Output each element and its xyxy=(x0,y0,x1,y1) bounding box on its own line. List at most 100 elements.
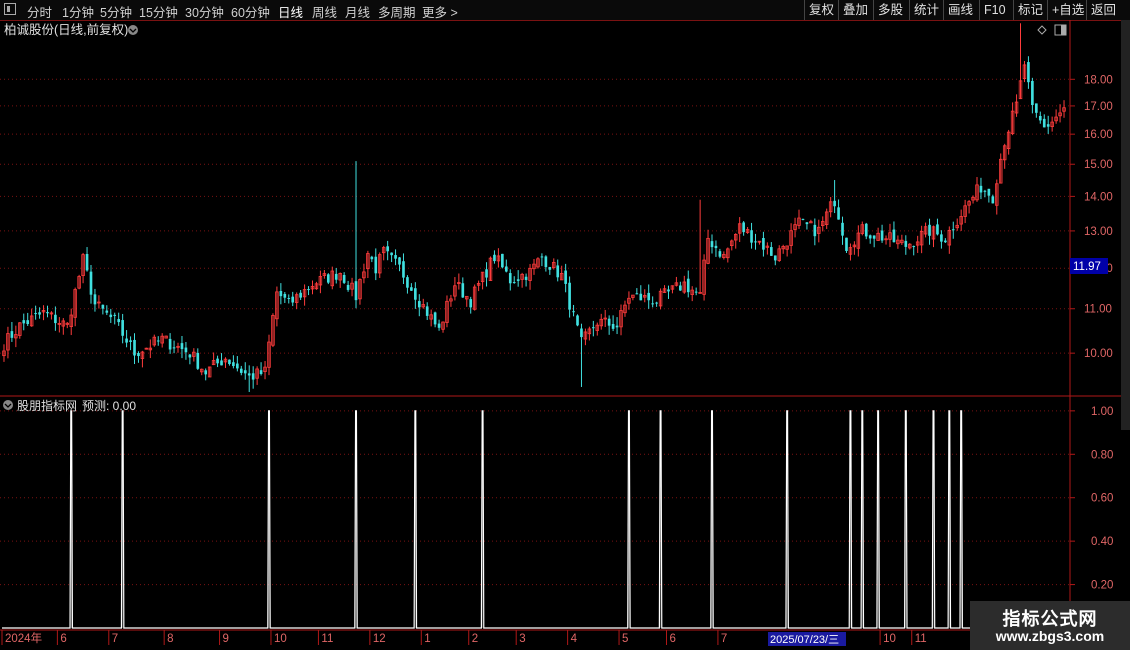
candle-body xyxy=(714,245,718,249)
candle-body xyxy=(501,253,504,268)
candle-body xyxy=(1027,62,1030,83)
candle-body xyxy=(845,237,848,251)
candle-body xyxy=(184,347,188,353)
candle-body xyxy=(93,294,97,305)
candle-body xyxy=(26,320,30,325)
candle-body xyxy=(564,270,567,284)
candle-body xyxy=(639,293,643,301)
candle-body xyxy=(647,292,651,301)
candle-body xyxy=(979,185,983,193)
candle-body xyxy=(109,314,113,318)
tab-intraday[interactable]: 分时 xyxy=(27,2,52,21)
watermark-line2: www.zbgs3.com xyxy=(995,628,1105,644)
date-tick-label: 2024年 xyxy=(5,631,42,645)
candle-body xyxy=(156,340,160,342)
candle-body xyxy=(742,222,745,233)
draw-line-button[interactable]: 画线 xyxy=(943,0,977,20)
candle-body xyxy=(568,282,571,310)
date-tick-label: 10 xyxy=(274,633,287,645)
fuquan-button[interactable]: 复权 xyxy=(804,0,838,20)
candle-body xyxy=(718,251,722,257)
candle-body xyxy=(508,273,512,284)
watermark-logo: 指标公式网 www.zbgs3.com xyxy=(970,601,1130,650)
candle-body xyxy=(85,253,89,271)
indicator-dropdown-icon[interactable] xyxy=(3,400,13,410)
candle-body xyxy=(801,218,805,220)
period-toolbar: 分时 1分钟 5分钟 15分钟 30分钟 60分钟 日线 周线 月线 多周期 更… xyxy=(0,0,1130,21)
add-watchlist-button[interactable]: +自选 xyxy=(1047,0,1088,20)
candle-body xyxy=(354,281,358,301)
candle-body xyxy=(374,256,378,274)
mark-button[interactable]: 标记 xyxy=(1013,0,1047,20)
candle-body xyxy=(414,288,417,300)
side-panel-strip-lower[interactable] xyxy=(1121,398,1130,430)
indicator-tick-label: 0.40 xyxy=(1091,536,1113,548)
candle-body xyxy=(386,246,389,252)
price-tick-label: 13.00 xyxy=(1084,226,1113,238)
side-panel-strip[interactable] xyxy=(1121,20,1130,400)
date-tick-label: 9 xyxy=(223,633,229,645)
tab-weekly[interactable]: 周线 xyxy=(312,2,337,21)
panel-toggle-fill xyxy=(1061,25,1066,35)
candle-body xyxy=(504,266,508,272)
candle-body xyxy=(635,293,639,295)
multi-stock-button[interactable]: 多股 xyxy=(873,0,907,20)
diamond-icon[interactable] xyxy=(1037,25,1047,35)
title-dropdown-icon[interactable] xyxy=(128,25,138,35)
candle-body xyxy=(611,324,615,329)
date-tick-label: 11 xyxy=(915,633,927,645)
date-tick-label: 10 xyxy=(883,633,896,645)
indicator-signal-series xyxy=(2,410,1066,629)
price-tick-label: 11.00 xyxy=(1084,304,1112,316)
tab-monthly[interactable]: 月线 xyxy=(345,2,370,21)
f10-button[interactable]: F10 xyxy=(979,0,1010,20)
date-tick-label: 6 xyxy=(670,633,676,645)
indicator-tick-label: 0.20 xyxy=(1091,580,1113,592)
tab-15min[interactable]: 15分钟 xyxy=(139,2,178,21)
candle-body xyxy=(912,246,916,248)
candle-body xyxy=(928,224,931,236)
candle-body xyxy=(544,256,548,268)
back-button[interactable]: 返回 xyxy=(1086,0,1120,20)
stats-button[interactable]: 统计 xyxy=(909,0,943,20)
candle-body xyxy=(188,354,192,358)
candle-body xyxy=(461,283,465,298)
tab-more[interactable]: 更多 > xyxy=(422,2,458,21)
candle-body xyxy=(204,370,208,375)
date-tick-label: 12 xyxy=(373,633,386,645)
tab-30min[interactable]: 30分钟 xyxy=(185,2,224,21)
tab-daily[interactable]: 日线 xyxy=(278,2,303,21)
candle-body xyxy=(38,312,41,315)
tab-60min[interactable]: 60分钟 xyxy=(231,2,270,21)
candle-body xyxy=(576,315,579,326)
candle-body xyxy=(196,352,200,369)
tab-1min[interactable]: 1分钟 xyxy=(62,2,94,21)
candle-body xyxy=(334,273,338,280)
price-tick-label: 17.00 xyxy=(1084,101,1113,113)
candle-body xyxy=(769,247,773,256)
candle-body xyxy=(710,241,714,248)
candle-body xyxy=(991,196,995,204)
layout-toggle-icon[interactable] xyxy=(4,3,16,15)
main-chart-title: 柏诚股份(日线,前复权) xyxy=(4,22,128,37)
tab-5min[interactable]: 5分钟 xyxy=(100,2,132,21)
candle-body xyxy=(892,229,896,243)
candle-body xyxy=(512,282,516,284)
overlay-button[interactable]: 叠加 xyxy=(838,0,872,20)
candle-body xyxy=(655,302,658,304)
date-cursor-label: 2025/07/23/三 xyxy=(770,634,839,646)
price-tick-label: 10.00 xyxy=(1084,348,1113,360)
main-grid xyxy=(0,78,1070,586)
candle-body xyxy=(679,285,682,291)
date-tick-label: 6 xyxy=(60,633,66,645)
tab-multi-period[interactable]: 多周期 xyxy=(378,2,416,21)
candle-body xyxy=(1031,80,1034,106)
date-tick-label: 8 xyxy=(167,633,173,645)
date-tick-label: 7 xyxy=(112,633,118,645)
candle-body xyxy=(548,267,552,270)
stock-chart[interactable]: 10.0011.0012.0013.0014.0015.0016.0017.00… xyxy=(0,20,1130,650)
candle-body xyxy=(251,373,255,380)
candle-body xyxy=(904,240,908,247)
candle-body xyxy=(813,224,817,237)
candle-body xyxy=(493,254,496,262)
